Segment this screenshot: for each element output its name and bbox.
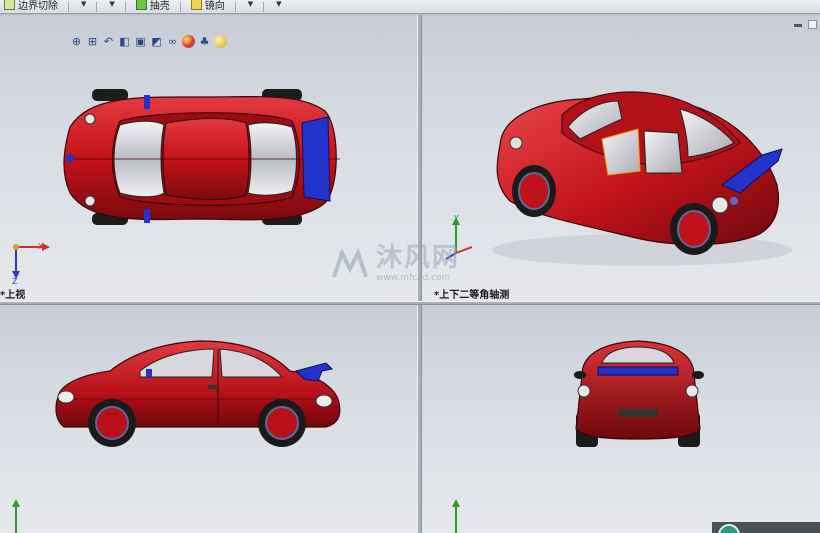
mirror-icon xyxy=(190,0,202,10)
badge-logo-icon xyxy=(718,524,740,533)
viewport-rear[interactable] xyxy=(422,305,820,533)
viewport-splitter-horizontal[interactable] xyxy=(0,301,820,305)
toolbar-separator xyxy=(68,1,69,12)
boundary-cut-label: 边界切除 xyxy=(18,0,58,12)
viewport-side[interactable] xyxy=(0,305,417,533)
watermark: 沐风网 www.mfcad.com xyxy=(330,245,460,283)
watermark-url: www.mfcad.com xyxy=(376,273,451,283)
dropdown-icon: ▼ xyxy=(276,0,282,8)
shell-icon xyxy=(135,0,147,10)
shell-label: 抽壳 xyxy=(149,0,170,12)
toolbar-dropdown-3[interactable]: ▼ xyxy=(242,0,257,11)
toolbar-dropdown-4[interactable]: ▼ xyxy=(270,0,285,11)
mirror-label: 镜向 xyxy=(204,0,225,12)
toolbar-separator xyxy=(234,1,236,12)
toolbar-separator xyxy=(124,1,126,12)
mirror-button[interactable]: 镜向 xyxy=(187,0,229,12)
car-side-view xyxy=(55,340,341,447)
watermark-logo-icon xyxy=(332,247,368,278)
feature-toolbar: 边界切除 ▼ ▼ 抽壳 镜向 ▼ ▼ xyxy=(0,0,820,14)
dropdown-icon: ▼ xyxy=(109,0,115,8)
viewport-isometric[interactable]: Y *上下二等角轴测 xyxy=(422,15,820,301)
toolbar-separator xyxy=(96,1,98,12)
coordinate-triad xyxy=(12,499,20,533)
toolbar-dropdown-2[interactable]: ▼ xyxy=(103,0,118,11)
axis-x-label: X xyxy=(38,242,44,251)
axis-y-label: Y xyxy=(454,214,459,223)
toolbar-dropdown-1[interactable]: ▼ xyxy=(75,0,90,11)
view-label-top: *上视 xyxy=(0,290,26,301)
view-label-isometric: *上下二等角轴测 xyxy=(434,290,510,301)
dropdown-icon: ▼ xyxy=(81,0,87,8)
boundary-cut-icon xyxy=(4,0,15,10)
coordinate-triad xyxy=(452,499,460,533)
shell-button[interactable]: 抽壳 xyxy=(132,0,174,12)
dropdown-icon: ▼ xyxy=(247,0,254,8)
toolbar-separator xyxy=(263,1,265,12)
boundary-cut-button[interactable]: 边界切除 xyxy=(0,0,62,12)
toolbar-separator xyxy=(179,1,181,12)
axis-z-label: Z xyxy=(12,277,18,286)
corner-badge xyxy=(712,521,820,533)
watermark-text: 沐风网 xyxy=(376,243,461,273)
